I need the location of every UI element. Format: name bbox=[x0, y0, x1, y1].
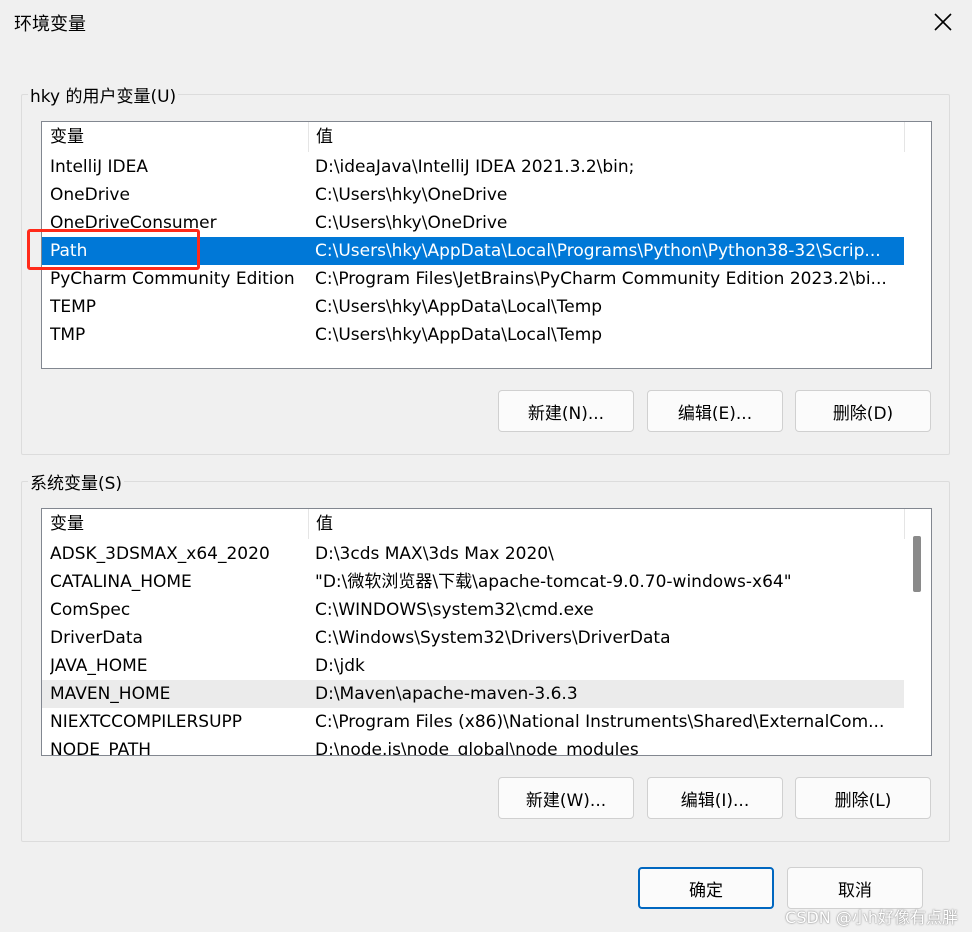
variable-name: Path bbox=[50, 241, 88, 261]
table-row[interactable]: PyCharm Community Edition C:\Program File… bbox=[42, 265, 904, 293]
table-row[interactable]: NODE_PATH D:\node.js\node_global\node_mod… bbox=[42, 736, 904, 756]
variable-value: C:\Windows\System32\Drivers\DriverData bbox=[315, 628, 671, 648]
user-new-button[interactable]: 新建(N)... bbox=[498, 390, 634, 432]
close-icon bbox=[934, 13, 952, 31]
column-header-variable[interactable]: 变量 bbox=[42, 509, 308, 539]
variable-value: C:\Users\hky\OneDrive bbox=[315, 213, 508, 233]
ok-button[interactable]: 确定 bbox=[638, 867, 774, 909]
variable-name: IntelliJ IDEA bbox=[50, 157, 148, 177]
table-row[interactable]: NIEXTCCOMPILERSUPP C:\Program Files (x86)… bbox=[42, 708, 904, 736]
variable-name: NODE_PATH bbox=[50, 740, 152, 756]
column-header-value[interactable]: 值 bbox=[308, 509, 904, 539]
table-row[interactable]: OneDriveConsumer C:\Users\hky\OneDrive bbox=[42, 209, 904, 237]
variable-name: JAVA_HOME bbox=[50, 656, 148, 676]
variable-name: NIEXTCCOMPILERSUPP bbox=[50, 712, 243, 732]
column-separator[interactable] bbox=[904, 509, 905, 539]
variable-name: TEMP bbox=[50, 297, 97, 317]
variable-name: MAVEN_HOME bbox=[50, 684, 171, 704]
variable-value: C:\WINDOWS\system32\cmd.exe bbox=[315, 600, 594, 620]
table-row[interactable]: CATALINA_HOME "D:\微软浏览器\下载\apache-tomcat-… bbox=[42, 568, 904, 596]
close-button[interactable] bbox=[920, 2, 966, 42]
variable-value: C:\Program Files (x86)\National Instrume… bbox=[315, 712, 885, 732]
variable-name: ADSK_3DSMAX_x64_2020 bbox=[50, 544, 270, 564]
table-row[interactable]: JAVA_HOME D:\jdk bbox=[42, 652, 904, 680]
variable-name: PyCharm Community Edition bbox=[50, 269, 295, 289]
variable-value: C:\Program Files\JetBrains\PyCharm Commu… bbox=[315, 269, 887, 289]
variable-name: OneDriveConsumer bbox=[50, 213, 217, 233]
cancel-button[interactable]: 取消 bbox=[787, 867, 923, 909]
user-delete-button[interactable]: 删除(D) bbox=[795, 390, 931, 432]
variable-value: C:\Users\hky\AppData\Local\Temp bbox=[315, 297, 603, 317]
user-edit-button[interactable]: 编辑(E)... bbox=[647, 390, 783, 432]
table-row[interactable]: ComSpec C:\WINDOWS\system32\cmd.exe bbox=[42, 596, 904, 624]
table-row[interactable]: TMP C:\Users\hky\AppData\Local\Temp bbox=[42, 321, 904, 349]
variable-name: DriverData bbox=[50, 628, 143, 648]
column-separator[interactable] bbox=[904, 122, 905, 152]
variable-value: D:\jdk bbox=[315, 656, 365, 676]
variable-name: CATALINA_HOME bbox=[50, 572, 192, 592]
variable-value: C:\Users\hky\AppData\Local\Temp bbox=[315, 325, 603, 345]
table-row[interactable]: Path C:\Users\hky\AppData\Local\Programs\… bbox=[42, 237, 904, 265]
table-row[interactable]: DriverData C:\Windows\System32\Drivers\Dr… bbox=[42, 624, 904, 652]
table-row[interactable]: ADSK_3DSMAX_x64_2020 D:\3cds MAX\3ds Max … bbox=[42, 540, 904, 568]
watermark: CSDN @小h好像有点胖 bbox=[785, 908, 958, 927]
variable-value: C:\Users\hky\AppData\Local\Programs\Pyth… bbox=[315, 241, 881, 261]
column-header-variable[interactable]: 变量 bbox=[42, 122, 308, 152]
system-delete-button[interactable]: 删除(L) bbox=[795, 777, 931, 819]
system-vars-header: 变量 值 bbox=[42, 509, 931, 539]
variable-value: D:\Maven\apache-maven-3.6.3 bbox=[315, 684, 578, 704]
title-bar: 环境变量 bbox=[0, 0, 972, 44]
variable-value: D:\3cds MAX\3ds Max 2020\ bbox=[315, 544, 554, 564]
variable-value: D:\ideaJava\IntelliJ IDEA 2021.3.2\bin; bbox=[315, 157, 635, 177]
table-row[interactable]: TEMP C:\Users\hky\AppData\Local\Temp bbox=[42, 293, 904, 321]
column-header-value[interactable]: 值 bbox=[308, 122, 904, 152]
variable-value: D:\node.js\node_global\node_modules bbox=[315, 740, 639, 756]
user-vars-header: 变量 值 bbox=[42, 122, 931, 152]
variable-name: OneDrive bbox=[50, 185, 130, 205]
user-vars-list[interactable]: 变量 值 IntelliJ IDEA D:\ideaJava\IntelliJ I… bbox=[41, 121, 932, 369]
variable-value: "D:\微软浏览器\下载\apache-tomcat-9.0.70-window… bbox=[315, 572, 792, 592]
table-row[interactable]: IntelliJ IDEA D:\ideaJava\IntelliJ IDEA 2… bbox=[42, 153, 904, 181]
table-row[interactable]: OneDrive C:\Users\hky\OneDrive bbox=[42, 181, 904, 209]
system-vars-scrollbar-thumb[interactable] bbox=[913, 536, 921, 592]
table-row[interactable]: MAVEN_HOME D:\Maven\apache-maven-3.6.3 bbox=[42, 680, 904, 708]
variable-name: ComSpec bbox=[50, 600, 131, 620]
system-vars-label: 系统变量(S) bbox=[28, 469, 125, 494]
variable-value: C:\Users\hky\OneDrive bbox=[315, 185, 508, 205]
system-new-button[interactable]: 新建(W)... bbox=[498, 777, 634, 819]
system-vars-list[interactable]: 变量 值 ADSK_3DSMAX_x64_2020 D:\3cds MAX\3ds… bbox=[41, 508, 932, 756]
window-title: 环境变量 bbox=[14, 14, 86, 35]
user-vars-label: hky 的用户变量(U) bbox=[28, 82, 179, 107]
variable-name: TMP bbox=[50, 325, 86, 345]
system-edit-button[interactable]: 编辑(I)... bbox=[647, 777, 783, 819]
